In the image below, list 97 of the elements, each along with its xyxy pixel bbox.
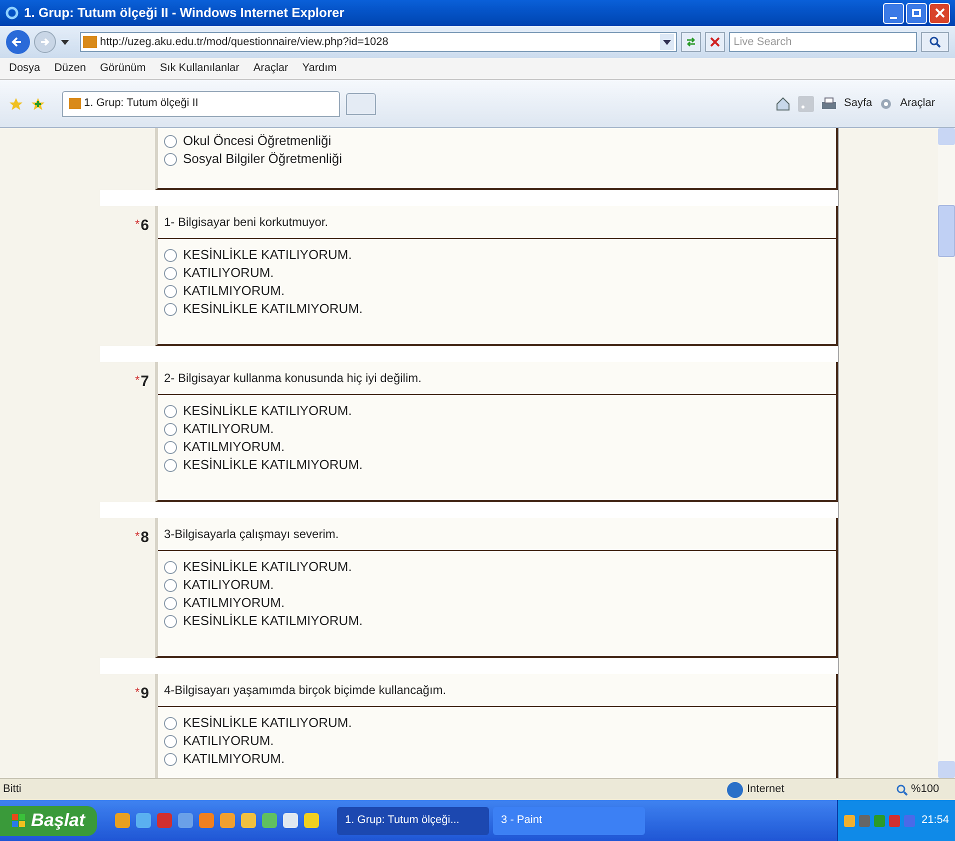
- question-number: 9: [140, 684, 149, 704]
- tray-icon[interactable]: [889, 814, 900, 826]
- option-label: Sosyal Bilgiler Öğretmenliği: [183, 150, 342, 168]
- radio-button[interactable]: [164, 716, 177, 730]
- option-label: KATILIYORUM.: [183, 420, 274, 438]
- question-text: 3-Bilgisayarla çalışmayı severim.: [164, 526, 339, 543]
- question-number: 8: [140, 528, 149, 548]
- url-text: http://uzeg.aku.edu.tr/mod/questionnaire/view.php?id=1028: [100, 34, 390, 50]
- question-number: 7: [140, 372, 149, 392]
- tray-icon[interactable]: [844, 814, 856, 826]
- option-label: Okul Öncesi Öğretmenliği: [183, 132, 332, 150]
- tray-icon[interactable]: [859, 814, 870, 826]
- option-label: KATILIYORUM.: [183, 264, 274, 282]
- refresh-icon[interactable]: [680, 32, 701, 52]
- magnifier-icon[interactable]: [895, 782, 909, 796]
- site-logo-icon: [83, 36, 97, 48]
- option-label: KATILIYORUM.: [183, 732, 274, 750]
- menu-item[interactable]: Görünüm: [100, 60, 146, 77]
- option-label: KATILIYORUM.: [183, 576, 274, 594]
- required-mark: *: [134, 216, 140, 233]
- option-label: KESİNLİKLE KATILMIYORUM.: [183, 456, 363, 474]
- clock: 21:54: [921, 813, 949, 828]
- radio-button[interactable]: [164, 596, 177, 610]
- close-icon: [934, 8, 944, 18]
- stop-icon[interactable]: [704, 32, 725, 52]
- option-label: KATILMIYORUM.: [183, 438, 285, 456]
- add-favorite-icon[interactable]: [30, 96, 46, 112]
- status-text: Bitti: [2, 782, 22, 798]
- radio-button[interactable]: [164, 266, 177, 280]
- option-label: KESİNLİKLE KATILIYORUM.: [183, 558, 352, 576]
- quick-launch-icon[interactable]: [283, 813, 298, 828]
- search-icon[interactable]: [921, 32, 949, 52]
- required-mark: *: [134, 372, 140, 389]
- start-button[interactable]: Başlat: [0, 806, 98, 836]
- quick-launch-icon[interactable]: [241, 813, 256, 828]
- search-field[interactable]: Live Search: [728, 32, 917, 52]
- address-field[interactable]: http://uzeg.aku.edu.tr/mod/questionnaire/view.php?id=1028: [80, 32, 677, 52]
- question-text: 1- Bilgisayar beni korkutmuyor.: [164, 214, 328, 231]
- radio-button[interactable]: [164, 752, 177, 766]
- required-mark: *: [134, 684, 140, 701]
- option-label: KESİNLİKLE KATILMIYORUM.: [183, 612, 363, 630]
- radio-button[interactable]: [164, 134, 177, 148]
- radio-button[interactable]: [164, 734, 177, 748]
- menu-item[interactable]: Düzen: [54, 60, 86, 77]
- required-mark: *: [134, 528, 140, 545]
- taskbar-window-button[interactable]: 3 - Paint: [493, 806, 646, 834]
- radio-button[interactable]: [164, 614, 177, 628]
- menu-item[interactable]: Sık Kullanılanlar: [160, 60, 240, 77]
- minimize-button[interactable]: [883, 2, 904, 24]
- quick-launch-icon[interactable]: [262, 813, 278, 828]
- new-tab-button[interactable]: [346, 92, 376, 114]
- printer-icon[interactable]: [820, 96, 838, 112]
- option-label: KATILMIYORUM.: [183, 594, 285, 612]
- menu-item[interactable]: Araçlar: [253, 60, 288, 77]
- radio-button[interactable]: [164, 284, 177, 298]
- question-number: 6: [140, 216, 149, 236]
- quick-launch-icon[interactable]: [178, 813, 194, 828]
- radio-button[interactable]: [164, 422, 177, 436]
- star-icon[interactable]: [8, 96, 24, 112]
- globe-icon[interactable]: [727, 782, 743, 798]
- home-icon[interactable]: [774, 94, 792, 112]
- radio-button[interactable]: [164, 458, 177, 472]
- radio-button[interactable]: [164, 560, 177, 574]
- option-label: KESİNLİKLE KATILIYORUM.: [183, 714, 352, 732]
- option-label: KESİNLİKLE KATILIYORUM.: [183, 402, 352, 420]
- radio-button[interactable]: [164, 578, 177, 592]
- menu-item[interactable]: Yardım: [302, 60, 337, 77]
- radio-button[interactable]: [164, 152, 177, 166]
- page-menu-button[interactable]: Sayfa: [844, 95, 872, 112]
- option-label: KATILMIYORUM.: [183, 282, 285, 300]
- security-zone: Internet: [747, 782, 786, 798]
- radio-button[interactable]: [164, 440, 177, 454]
- zoom-level[interactable]: %100: [911, 781, 955, 798]
- option-label: KESİNLİKLE KATILMIYORUM.: [183, 300, 363, 318]
- radio-button[interactable]: [164, 404, 177, 418]
- window-title: 1. Grup: Tutum ölçeği II - Windows Internet Explorer: [24, 4, 346, 22]
- question-text: 4-Bilgisayarı yaşamımda birçok biçimde kullancağım.: [164, 682, 446, 699]
- taskbar-window-button[interactable]: 1. Grup: Tutum ölçeği...: [337, 806, 490, 834]
- maximize-button[interactable]: [906, 2, 927, 24]
- scrollbar[interactable]: [938, 128, 955, 778]
- quick-launch-icon[interactable]: [220, 813, 236, 828]
- radio-button[interactable]: [164, 302, 177, 316]
- tools-menu-button[interactable]: Araçlar: [900, 95, 947, 112]
- quick-launch-icon[interactable]: [136, 813, 152, 828]
- browser-tab[interactable]: 1. Grup: Tutum ölçeği II: [62, 90, 340, 116]
- menu-item[interactable]: Dosya: [9, 60, 40, 77]
- browser-logo-icon[interactable]: [4, 5, 20, 21]
- dropdown-caret-icon[interactable]: [60, 37, 70, 47]
- quick-launch-icon[interactable]: [304, 813, 320, 828]
- option-label: KESİNLİKLE KATILIYORUM.: [183, 246, 352, 264]
- radio-button[interactable]: [164, 248, 177, 262]
- question-text: 2- Bilgisayar kullanma konusunda hiç iyi değilim.: [164, 370, 422, 387]
- close-button[interactable]: [929, 2, 950, 24]
- quick-launch-icon[interactable]: [115, 813, 130, 828]
- option-label: KATILMIYORUM.: [183, 750, 285, 768]
- dropdown-caret-icon[interactable]: [660, 34, 674, 50]
- quick-launch-icon[interactable]: [199, 813, 214, 828]
